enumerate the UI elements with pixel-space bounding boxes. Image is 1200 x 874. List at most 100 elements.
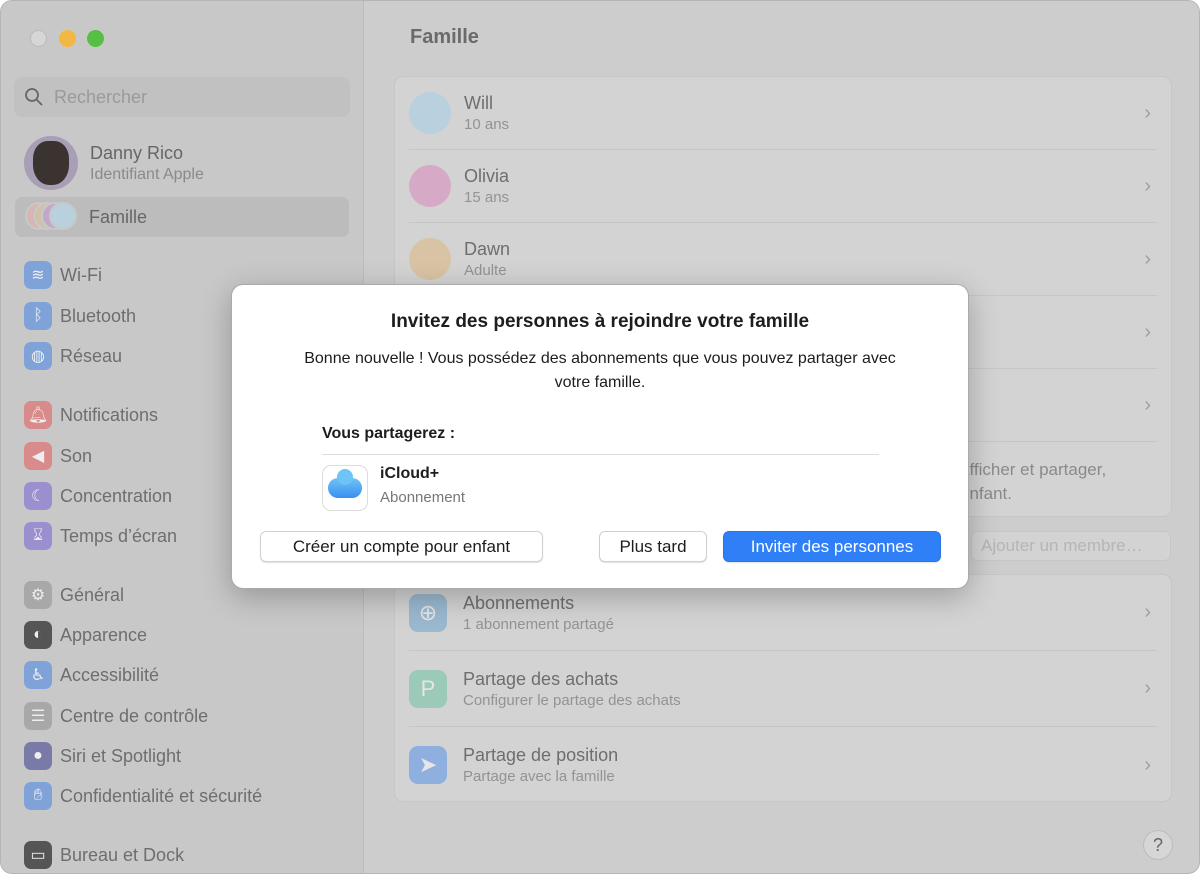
sidebar-item[interactable]: ◐ Apparence bbox=[24, 621, 147, 649]
sidebar-item[interactable]: ● Siri et Spotlight bbox=[24, 742, 181, 770]
sidebar-item-label: Bureau et Dock bbox=[60, 844, 185, 865]
page-title: Famille bbox=[410, 26, 479, 48]
moon-icon: ☾ bbox=[24, 482, 52, 510]
service-name: Partage des achats bbox=[463, 668, 619, 689]
apple-id-account[interactable]: Danny Rico Identifiant Apple bbox=[24, 136, 204, 190]
member-name: Will bbox=[464, 93, 493, 113]
location-icon: ➤ bbox=[409, 746, 447, 784]
member-row[interactable]: Olivia 15 ans › bbox=[409, 150, 1157, 223]
chevron-right-icon: › bbox=[1144, 677, 1151, 699]
search-icon bbox=[25, 88, 43, 106]
dialog-title: Invitez des personnes à rejoindre votre … bbox=[390, 311, 810, 332]
sidebar-item[interactable]: ⚙ Général bbox=[24, 581, 124, 609]
sidebar-item[interactable]: ▭ Bureau et Dock bbox=[24, 841, 184, 869]
chevron-right-icon: › bbox=[1144, 320, 1151, 343]
chevron-right-icon: › bbox=[1144, 247, 1151, 270]
service-detail: Partage avec la famille bbox=[463, 768, 615, 785]
member-detail: 10 ans bbox=[464, 116, 510, 133]
sidebar-item-label: Centre de contrôle bbox=[60, 705, 209, 726]
speaker-icon: ◀ bbox=[24, 442, 52, 470]
account-name: Danny Rico bbox=[90, 142, 184, 163]
sidebar-item[interactable]: ♿︎ Accessibilité bbox=[24, 661, 159, 689]
member-name: Olivia bbox=[464, 166, 510, 186]
sidebar-item[interactable]: ✋︎ Confidentialité et sécurité bbox=[24, 782, 262, 810]
sidebar-item[interactable]: ◀ Son bbox=[24, 442, 92, 470]
account-subtitle: Identifiant Apple bbox=[90, 165, 204, 183]
sidebar-item[interactable]: ⌛︎ Temps d’écran bbox=[24, 522, 177, 550]
add-member-button[interactable]: Ajouter un membre… bbox=[971, 531, 1171, 561]
gear-icon: ⚙ bbox=[24, 581, 52, 609]
wifi-icon: ≋ bbox=[24, 261, 52, 289]
sidebar-item-label: Apparence bbox=[60, 624, 148, 645]
hourglass-icon: ⌛︎ bbox=[24, 522, 52, 550]
siri-icon: ● bbox=[24, 742, 52, 770]
chevron-right-icon: › bbox=[1144, 101, 1151, 124]
service-name: Abonnements bbox=[463, 592, 575, 613]
icloud-icon bbox=[322, 465, 368, 511]
sidebar-item-label: Concentration bbox=[60, 485, 173, 506]
sidebar-item-famille[interactable]: Famille bbox=[15, 197, 349, 237]
service-row[interactable]: ➤ Partage de position Partage avec la fami… bbox=[409, 727, 1157, 803]
member-detail: Adulte bbox=[464, 262, 507, 279]
purchase-sharing-icon: P bbox=[409, 669, 447, 708]
sidebar-item[interactable]: ☾ Concentration bbox=[24, 482, 172, 510]
service-detail: 1 abonnement partagé bbox=[463, 615, 614, 633]
sidebar-item-label: Général bbox=[60, 584, 125, 605]
service-name: Partage de position bbox=[463, 745, 619, 765]
member-detail: 15 ans bbox=[464, 189, 510, 206]
chevron-right-icon: › bbox=[1144, 174, 1151, 197]
service-detail: Configurer le partage des achats bbox=[463, 691, 681, 709]
service-row[interactable]: P Partage des achats Configurer le partage… bbox=[409, 651, 1157, 727]
share-heading: Vous partagerez : bbox=[322, 425, 456, 442]
sidebar-item-label: Bluetooth bbox=[60, 305, 137, 326]
create-child-account-button[interactable]: Créer un compte pour enfant bbox=[260, 531, 543, 562]
sidebar-item-label: Famille bbox=[89, 206, 148, 227]
help-button[interactable]: ? bbox=[1143, 830, 1173, 860]
sidebar-item[interactable]: ≋ Wi-Fi bbox=[24, 261, 102, 289]
zoom-window-button[interactable] bbox=[87, 30, 104, 47]
sidebar-item-label: Wi-Fi bbox=[60, 264, 102, 285]
sidebar-item[interactable]: ☰ Centre de contrôle bbox=[24, 702, 208, 730]
bluetooth-icon: ᛒ bbox=[24, 302, 52, 330]
sidebar-item[interactable]: ᛒ Bluetooth bbox=[24, 302, 136, 330]
chevron-right-icon: › bbox=[1144, 753, 1151, 776]
search-input[interactable]: Rechercher bbox=[14, 77, 350, 117]
family-avatars-icon bbox=[25, 202, 79, 232]
family-note: afficher et partager, enfant. bbox=[960, 458, 1106, 506]
avatar bbox=[24, 136, 78, 190]
chevron-right-icon: › bbox=[1144, 393, 1151, 416]
search-placeholder: Rechercher bbox=[54, 86, 148, 107]
sidebar-item[interactable]: 🔔︎ Notifications bbox=[24, 401, 158, 429]
appearance-icon: ◐ bbox=[24, 621, 52, 649]
member-row[interactable]: Will 10 ans › bbox=[409, 77, 1157, 150]
sidebar-item-label: Temps d’écran bbox=[60, 525, 178, 546]
sidebar-item-label: Notifications bbox=[60, 404, 159, 425]
family-services-card: ⊕ Abonnements 1 abonnement partagé › P Partag… bbox=[394, 574, 1172, 802]
sidebar-item-label: Son bbox=[60, 445, 93, 466]
invite-people-button[interactable]: Inviter des personnes bbox=[723, 531, 941, 562]
family-note-line: afficher et partager, bbox=[960, 460, 1107, 479]
sidebar-item[interactable]: ◍ Réseau bbox=[24, 342, 122, 370]
sidebar-item-label: Siri et Spotlight bbox=[60, 745, 182, 766]
dialog-body: Bonne nouvelle ! Vous possédez des abonn… bbox=[304, 350, 896, 391]
close-window-button[interactable] bbox=[30, 30, 47, 47]
divider bbox=[322, 454, 879, 455]
invite-dialog: Invitez des personnes à rejoindre votre … bbox=[231, 284, 969, 589]
chevron-right-icon: › bbox=[1144, 601, 1151, 623]
dock-icon: ▭ bbox=[24, 841, 52, 869]
globe-icon: ◍ bbox=[24, 342, 52, 370]
sidebar-item-label: Confidentialité et sécurité bbox=[60, 785, 263, 806]
later-button[interactable]: Plus tard bbox=[599, 531, 707, 562]
subscriptions-icon: ⊕ bbox=[409, 593, 447, 632]
switches-icon: ☰ bbox=[24, 702, 52, 730]
bell-icon: 🔔︎ bbox=[24, 401, 52, 429]
member-avatar bbox=[409, 165, 451, 207]
family-note-line: enfant. bbox=[960, 484, 1012, 503]
minimize-window-button[interactable] bbox=[59, 30, 76, 47]
sidebar-item-label: Réseau bbox=[60, 345, 123, 366]
shared-item-detail: Abonnement bbox=[380, 489, 466, 506]
shared-item-name: iCloud+ bbox=[380, 465, 440, 482]
sidebar-item-label: Accessibilité bbox=[60, 664, 160, 685]
hand-icon: ✋︎ bbox=[24, 782, 52, 810]
accessibility-icon: ♿︎ bbox=[24, 661, 52, 689]
